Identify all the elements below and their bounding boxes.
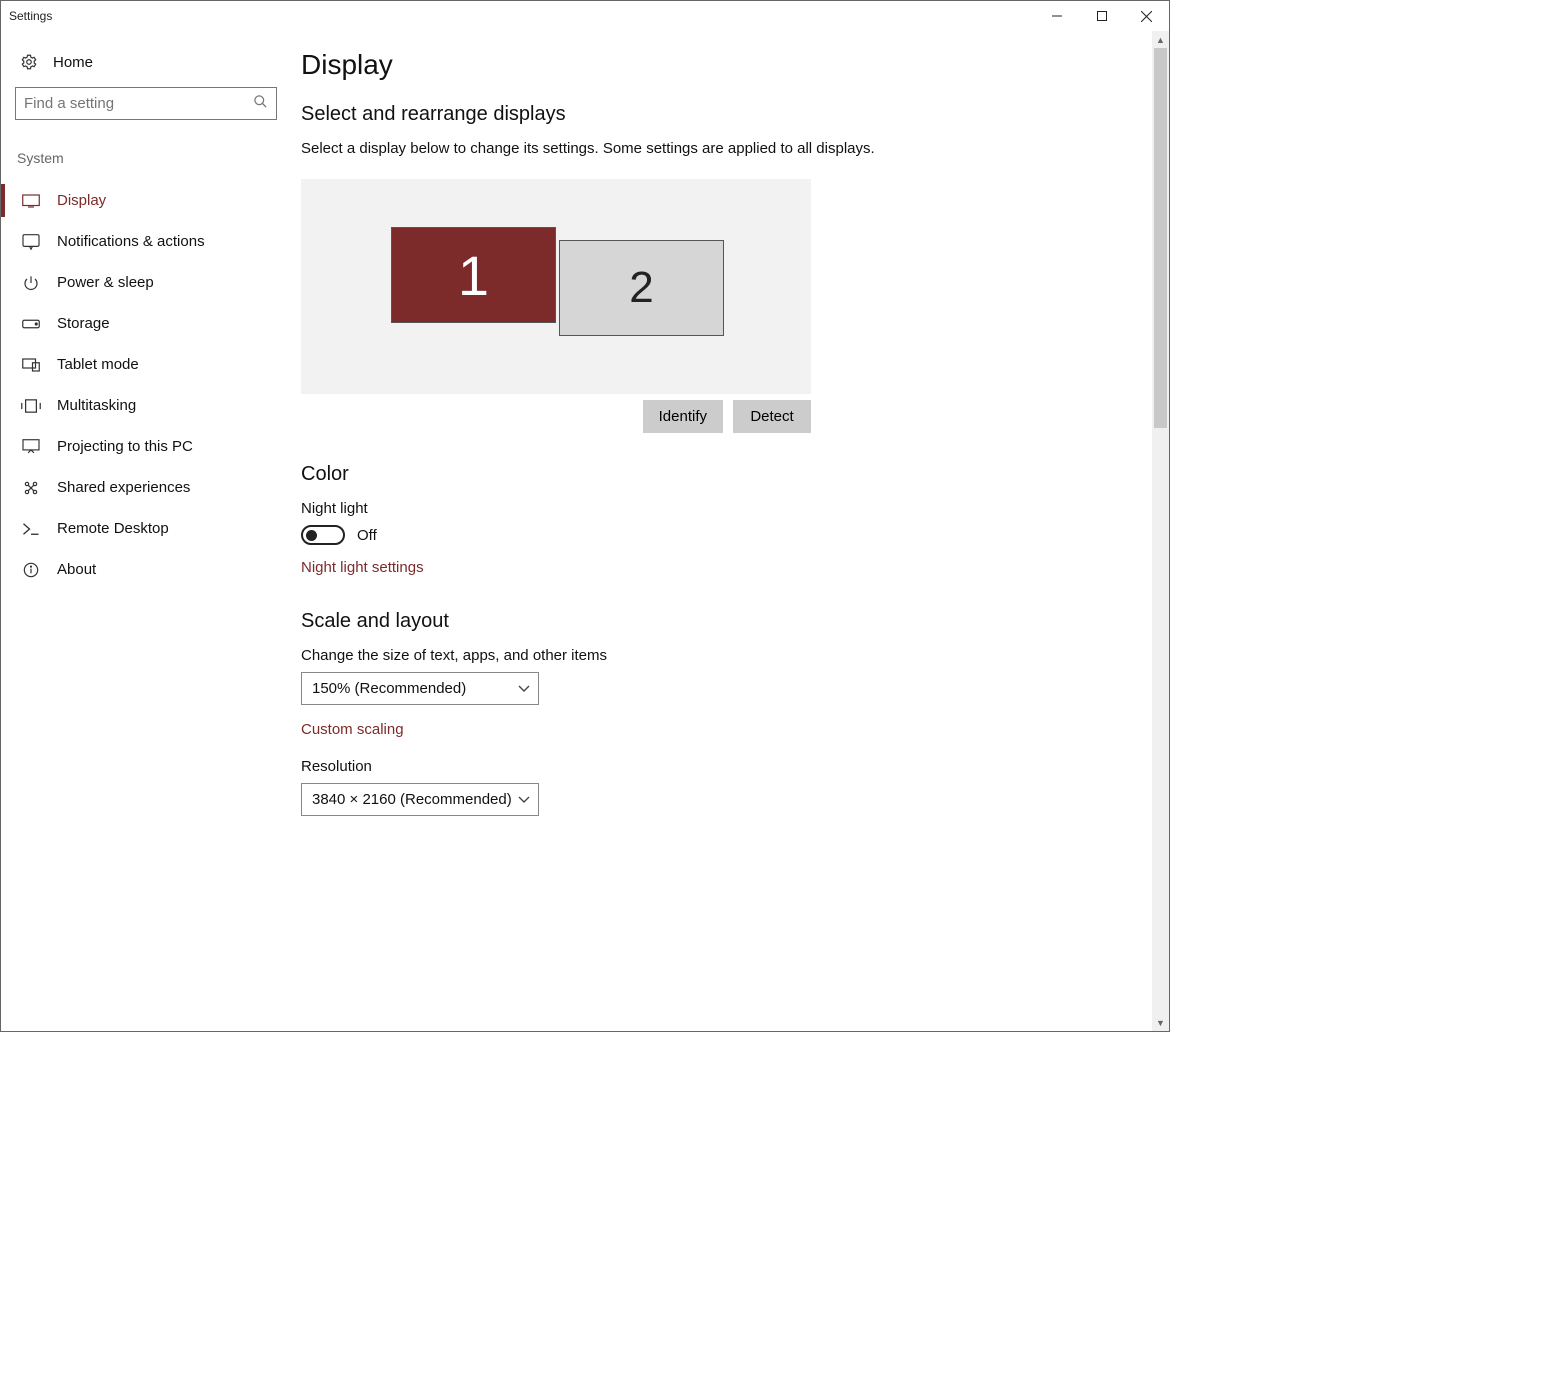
sidebar-item-label: About: [57, 561, 96, 578]
color-heading: Color: [301, 463, 1132, 486]
title-bar: Settings: [1, 1, 1169, 31]
multitasking-icon: [21, 399, 41, 413]
night-light-label: Night light: [301, 500, 1132, 517]
night-light-toggle-row: Off: [301, 525, 1132, 545]
settings-window: Settings Home: [0, 0, 1170, 1032]
sidebar-item-multitasking[interactable]: Multitasking: [15, 385, 277, 426]
scroll-track[interactable]: [1152, 48, 1169, 1014]
resolution-dropdown[interactable]: 3840 × 2160 (Recommended): [301, 783, 539, 816]
shared-icon: [21, 480, 41, 496]
resolution-value: 3840 × 2160 (Recommended): [312, 791, 512, 808]
custom-scaling-link[interactable]: Custom scaling: [301, 721, 404, 738]
sidebar-item-notifications[interactable]: Notifications & actions: [15, 221, 277, 262]
sidebar-item-label: Shared experiences: [57, 479, 190, 496]
sidebar-item-label: Projecting to this PC: [57, 438, 193, 455]
night-light-state: Off: [357, 527, 377, 544]
scale-size-label: Change the size of text, apps, and other…: [301, 647, 1132, 664]
sidebar-item-shared[interactable]: Shared experiences: [15, 467, 277, 508]
page-title: Display: [301, 49, 1132, 81]
content-wrap: Display Select and rearrange displays Se…: [291, 31, 1169, 1031]
night-light-settings-link[interactable]: Night light settings: [301, 559, 424, 576]
night-light-toggle[interactable]: [301, 525, 345, 545]
identify-button[interactable]: Identify: [643, 400, 723, 433]
search-icon: [253, 94, 268, 113]
sidebar-item-tablet[interactable]: Tablet mode: [15, 344, 277, 385]
storage-icon: [21, 319, 41, 329]
monitor-id: 1: [458, 243, 489, 308]
arrange-description: Select a display below to change its set…: [301, 140, 1132, 157]
scroll-down-button[interactable]: ▼: [1152, 1014, 1169, 1031]
window-controls: [1034, 1, 1169, 31]
sidebar-item-label: Storage: [57, 315, 110, 332]
home-nav[interactable]: Home: [15, 49, 277, 87]
detect-button[interactable]: Detect: [733, 400, 811, 433]
projecting-icon: [21, 439, 41, 455]
chevron-down-icon: [518, 680, 530, 697]
search-input[interactable]: [22, 94, 253, 113]
sidebar-item-label: Multitasking: [57, 397, 136, 414]
search-box[interactable]: [15, 87, 277, 120]
nav-list: Display Notifications & actions Power & …: [15, 180, 277, 590]
content: Display Select and rearrange displays Se…: [291, 31, 1152, 1031]
close-button[interactable]: [1124, 1, 1169, 31]
sidebar-item-label: Tablet mode: [57, 356, 139, 373]
sidebar-item-label: Remote Desktop: [57, 520, 169, 537]
power-icon: [21, 275, 41, 291]
category-header: System: [15, 146, 277, 180]
monitor-2[interactable]: 2: [559, 240, 724, 336]
vertical-scrollbar[interactable]: ▲ ▼: [1152, 31, 1169, 1031]
sidebar-item-storage[interactable]: Storage: [15, 303, 277, 344]
monitor-1[interactable]: 1: [391, 227, 556, 323]
home-label: Home: [53, 54, 93, 71]
sidebar-item-label: Notifications & actions: [57, 233, 205, 250]
sidebar-item-about[interactable]: About: [15, 549, 277, 590]
about-icon: [21, 562, 41, 578]
sidebar-item-power[interactable]: Power & sleep: [15, 262, 277, 303]
arrange-heading: Select and rearrange displays: [301, 103, 1132, 126]
chevron-down-icon: [518, 791, 530, 808]
tablet-icon: [21, 358, 41, 372]
notifications-icon: [21, 234, 41, 250]
scroll-thumb[interactable]: [1154, 48, 1167, 428]
sidebar-item-label: Display: [57, 192, 106, 209]
resolution-label: Resolution: [301, 758, 1132, 775]
arrange-buttons: Identify Detect: [301, 394, 811, 433]
display-arrangement[interactable]: 1 2: [301, 179, 811, 394]
scale-size-value: 150% (Recommended): [312, 680, 466, 697]
scale-size-dropdown[interactable]: 150% (Recommended): [301, 672, 539, 705]
remote-icon: [21, 522, 41, 536]
window-body: Home System Display Notifications & acti…: [1, 31, 1169, 1031]
maximize-button[interactable]: [1079, 1, 1124, 31]
toggle-knob: [306, 530, 317, 541]
minimize-button[interactable]: [1034, 1, 1079, 31]
sidebar-item-projecting[interactable]: Projecting to this PC: [15, 426, 277, 467]
window-title: Settings: [9, 9, 52, 23]
sidebar-item-display[interactable]: Display: [15, 180, 277, 221]
monitor-id: 2: [629, 263, 653, 313]
sidebar-item-label: Power & sleep: [57, 274, 154, 291]
gear-icon: [19, 53, 39, 71]
display-icon: [21, 194, 41, 208]
scale-heading: Scale and layout: [301, 610, 1132, 633]
scroll-up-button[interactable]: ▲: [1152, 31, 1169, 48]
sidebar: Home System Display Notifications & acti…: [1, 31, 291, 1031]
sidebar-item-remote[interactable]: Remote Desktop: [15, 508, 277, 549]
